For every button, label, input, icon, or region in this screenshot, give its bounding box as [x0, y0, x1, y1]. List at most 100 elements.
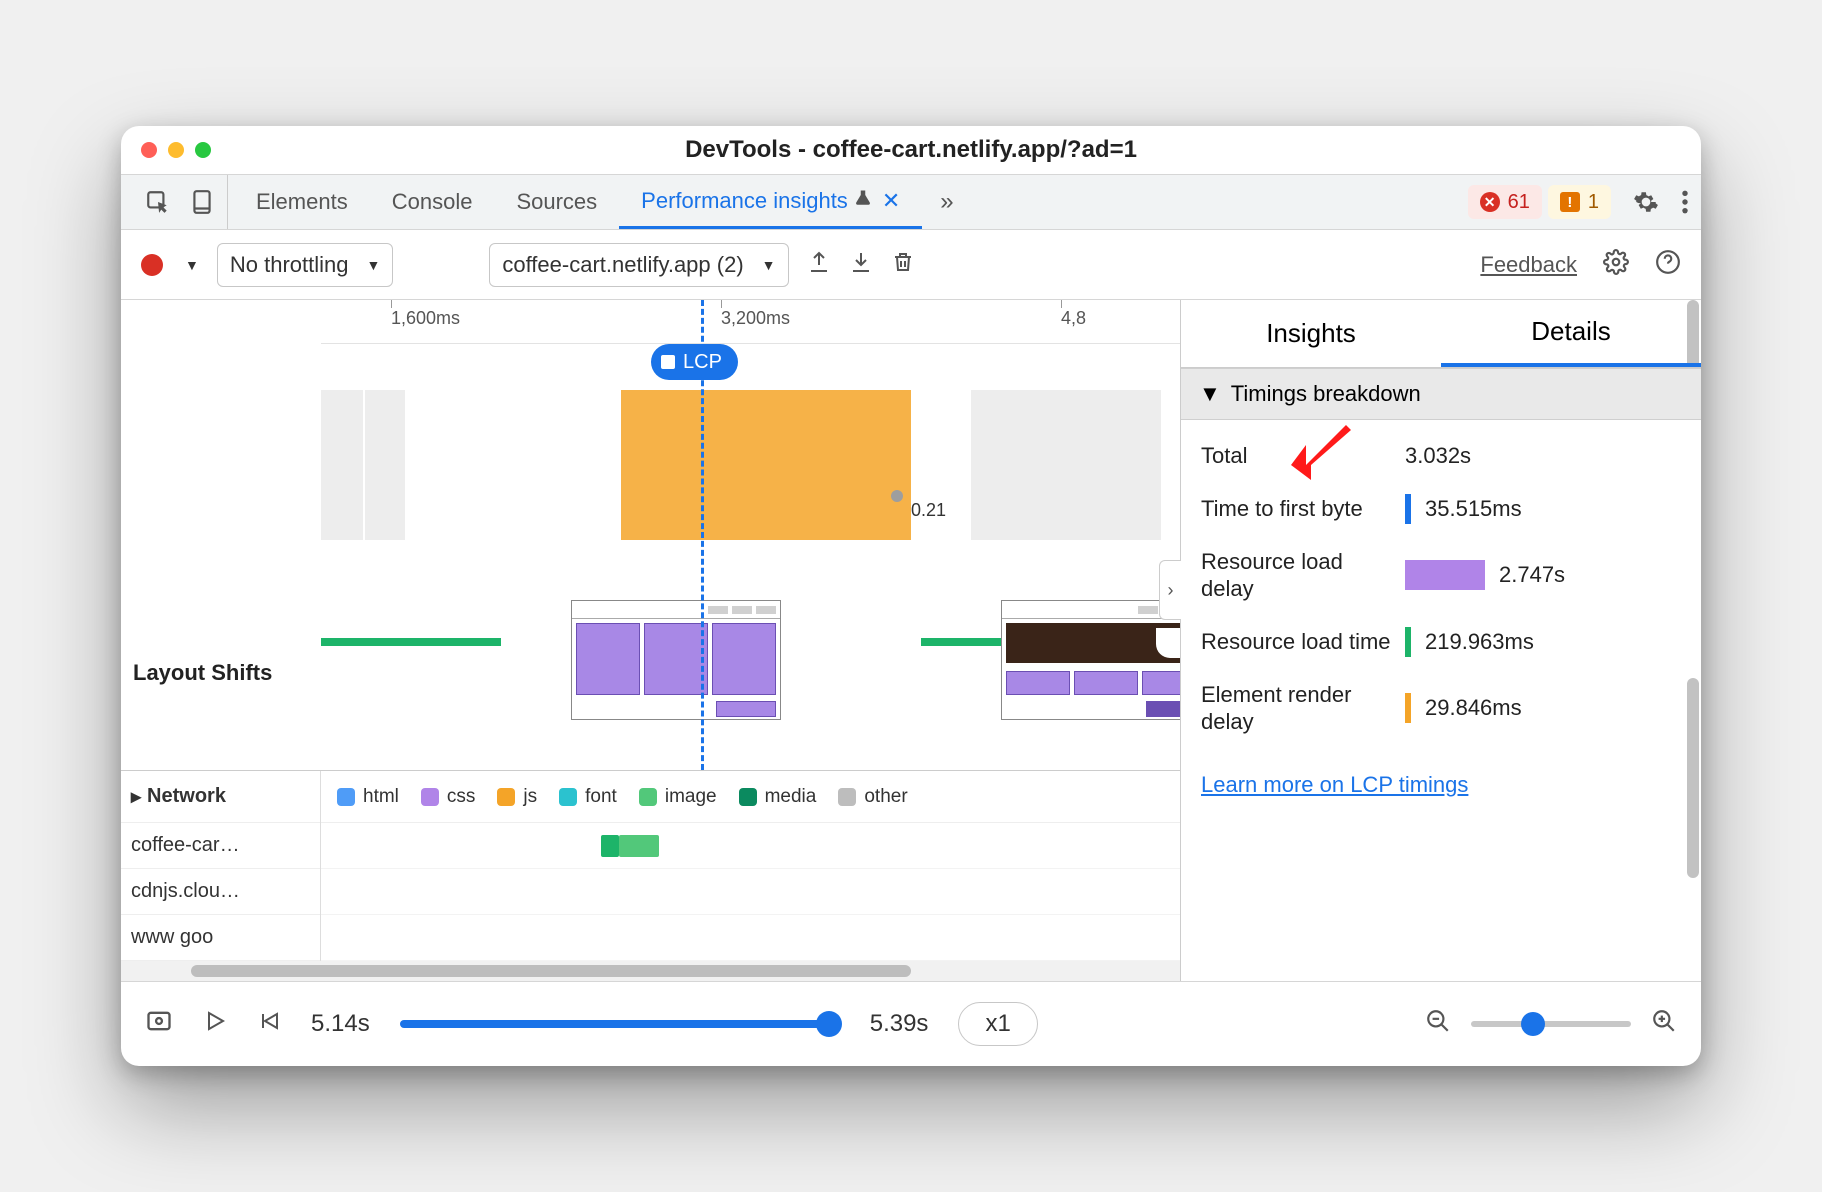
- playback-speed[interactable]: x1: [958, 1002, 1037, 1046]
- section-title: Timings breakdown: [1231, 381, 1421, 407]
- legend-label: media: [765, 786, 817, 808]
- tab-label: Sources: [516, 189, 597, 215]
- network-lane[interactable]: [321, 915, 1180, 961]
- tab-sources[interactable]: Sources: [494, 175, 619, 229]
- zoom-out-icon[interactable]: [1425, 1008, 1451, 1041]
- layout-shift-thumbnail[interactable]: [571, 600, 781, 720]
- metric-value: 219.963ms: [1425, 629, 1534, 655]
- tab-performance-insights[interactable]: Performance insights ✕: [619, 175, 922, 229]
- zoom-slider[interactable]: [1471, 1021, 1631, 1027]
- layout-shifts-label: Layout Shifts: [133, 660, 303, 686]
- playback-total-time: 5.39s: [870, 1010, 929, 1038]
- errors-badge[interactable]: ✕ 61: [1468, 185, 1542, 219]
- device-toggle-icon[interactable]: [189, 189, 215, 215]
- timeline-body[interactable]: 1,600ms 3,200ms 4,8 LCP: [321, 300, 1180, 770]
- activity-chart: 0.21: [321, 390, 1180, 550]
- metric-bar: [1405, 560, 1485, 590]
- network-row[interactable]: www goo: [121, 915, 320, 961]
- ruler-tick: 1,600ms: [391, 308, 460, 329]
- error-icon: ✕: [1480, 192, 1500, 212]
- close-tab-icon[interactable]: ✕: [882, 188, 900, 214]
- export-icon[interactable]: [807, 250, 831, 280]
- metric-value: 2.747s: [1499, 562, 1565, 588]
- legend-swatch: [497, 788, 515, 806]
- inspect-element-icon[interactable]: [145, 189, 171, 215]
- metric-label: Time to first byte: [1201, 495, 1391, 523]
- rewind-icon[interactable]: [257, 1009, 281, 1040]
- playback-current-time: 5.14s: [311, 1010, 370, 1038]
- network-lane[interactable]: [321, 823, 1180, 869]
- record-menu-caret-icon[interactable]: ▼: [185, 257, 199, 273]
- legend-label: image: [665, 786, 717, 808]
- legend-swatch: [559, 788, 577, 806]
- metric-label: Element render delay: [1201, 681, 1391, 736]
- help-icon[interactable]: [1655, 249, 1681, 281]
- tab-elements[interactable]: Elements: [234, 175, 370, 229]
- warning-icon: !: [1560, 192, 1580, 212]
- playback-bar: 5.14s 5.39s x1: [121, 982, 1701, 1066]
- legend-label: font: [585, 786, 617, 808]
- main-area: Layout Shifts 1,600ms 3,200ms 4,8 LCP: [121, 300, 1701, 982]
- lcp-marker[interactable]: LCP: [651, 344, 738, 380]
- learn-more-link[interactable]: Learn more on LCP timings: [1181, 764, 1701, 814]
- lcp-square-icon: [661, 355, 675, 369]
- metric-value: 35.515ms: [1425, 496, 1522, 522]
- timings-breakdown-header[interactable]: ▼ Timings breakdown: [1181, 368, 1701, 420]
- chevron-down-icon: ▼: [366, 257, 380, 273]
- close-window-button[interactable]: [141, 142, 157, 158]
- recording-value: coffee-cart.netlify.app (2): [502, 252, 743, 278]
- tab-label: Performance insights: [641, 188, 848, 214]
- traffic-lights: [141, 142, 211, 158]
- metric-row-resource-load-delay: Resource load delay 2.747s: [1201, 536, 1681, 615]
- metric-label: Resource load time: [1201, 628, 1391, 656]
- playback-slider[interactable]: [400, 1020, 840, 1028]
- import-icon[interactable]: [849, 250, 873, 280]
- layout-shift-thumbnail[interactable]: [1001, 600, 1180, 720]
- metric-label: Resource load delay: [1201, 548, 1391, 603]
- network-row[interactable]: cdnjs.clou…: [121, 869, 320, 915]
- throttling-value: No throttling: [230, 252, 349, 278]
- error-count: 61: [1508, 191, 1530, 214]
- tab-details[interactable]: Details: [1441, 300, 1701, 367]
- devtools-window: DevTools - coffee-cart.netlify.app/?ad=1…: [121, 126, 1701, 1066]
- tab-label: Elements: [256, 189, 348, 215]
- network-header[interactable]: ▸ Network: [121, 771, 320, 823]
- network-section: ▸ Network coffee-car… cdnjs.clou… www go…: [121, 770, 1180, 961]
- titlebar: DevTools - coffee-cart.netlify.app/?ad=1: [121, 126, 1701, 174]
- zoom-in-icon[interactable]: [1651, 1008, 1677, 1041]
- layout-shift-thumbs: [571, 600, 1180, 720]
- record-button[interactable]: [141, 254, 163, 276]
- network-row[interactable]: coffee-car…: [121, 823, 320, 869]
- horizontal-scrollbar[interactable]: [121, 961, 1180, 981]
- vertical-scrollbar[interactable]: [1685, 378, 1699, 971]
- legend-swatch: [337, 788, 355, 806]
- kebab-menu-icon[interactable]: [1681, 189, 1689, 215]
- preview-toggle-icon[interactable]: [145, 1007, 173, 1042]
- more-tabs-icon[interactable]: »: [928, 188, 965, 216]
- annotation-arrow-icon: [1286, 415, 1356, 490]
- tab-insights[interactable]: Insights: [1181, 300, 1441, 367]
- details-panel: › Insights Details ▼ Timings breakdown T…: [1181, 300, 1701, 981]
- feedback-link[interactable]: Feedback: [1480, 252, 1577, 278]
- tab-console[interactable]: Console: [370, 175, 495, 229]
- delete-icon[interactable]: [891, 250, 915, 280]
- settings-icon[interactable]: [1633, 189, 1659, 215]
- network-lane[interactable]: [321, 869, 1180, 915]
- legend-swatch: [739, 788, 757, 806]
- lcp-label: LCP: [683, 351, 722, 374]
- collapse-sidebar-button[interactable]: ›: [1159, 560, 1181, 620]
- minimize-window-button[interactable]: [168, 142, 184, 158]
- tab-label: Console: [392, 189, 473, 215]
- warning-count: 1: [1588, 191, 1599, 214]
- warnings-badge[interactable]: ! 1: [1548, 185, 1611, 219]
- legend-swatch: [838, 788, 856, 806]
- throttling-select[interactable]: No throttling ▼: [217, 243, 393, 287]
- play-icon[interactable]: [203, 1009, 227, 1040]
- metric-bar: [1405, 627, 1411, 657]
- recording-select[interactable]: coffee-cart.netlify.app (2) ▼: [489, 243, 788, 287]
- timeline-pane: Layout Shifts 1,600ms 3,200ms 4,8 LCP: [121, 300, 1181, 981]
- network-legend: html css js font image media other: [321, 771, 1180, 823]
- panel-settings-icon[interactable]: [1603, 249, 1629, 281]
- metric-row-resource-load-time: Resource load time 219.963ms: [1201, 615, 1681, 669]
- maximize-window-button[interactable]: [195, 142, 211, 158]
